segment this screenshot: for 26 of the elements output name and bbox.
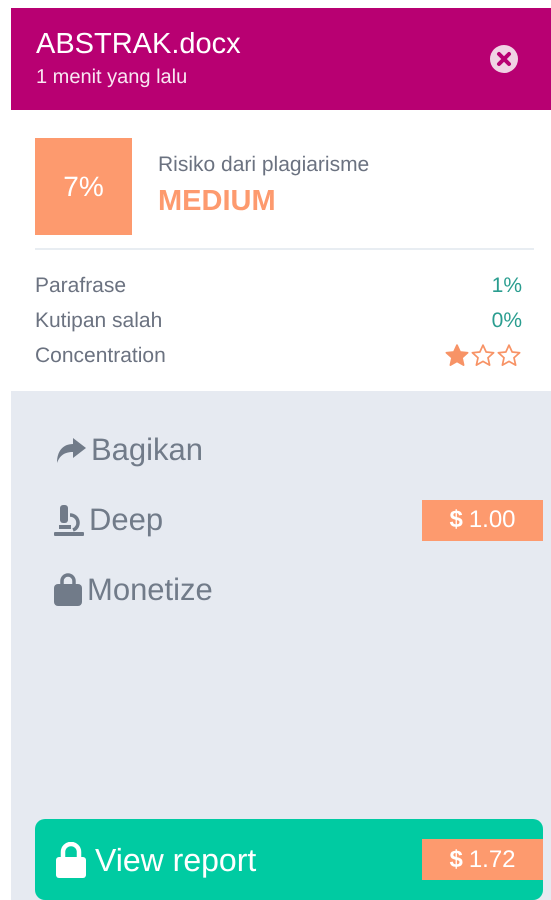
microscope-icon [53, 503, 85, 537]
action-link[interactable]: Monetize [53, 566, 213, 614]
lock-icon [55, 842, 87, 878]
shopping-bag-icon [53, 573, 83, 607]
score-badge: 7% [35, 138, 132, 235]
view-report-button[interactable]: View report $ 1.72 [35, 819, 543, 900]
view-report-label: View report [95, 840, 256, 880]
metric-label: Kutipan salah [35, 308, 162, 334]
currency-sign: $ [449, 844, 463, 874]
action-link[interactable]: Deep [53, 496, 164, 544]
price-amount: 1.00 [468, 505, 516, 535]
metric-value: 1% [492, 272, 522, 299]
risk-label: Risiko dari plagiarisme [158, 152, 370, 178]
metric-label: Concentration [35, 342, 166, 369]
price-amount: 1.72 [468, 844, 516, 874]
filled-star-icon [444, 342, 470, 368]
action-link[interactable]: Bagikan [53, 426, 204, 474]
metric-label: Parafrase [35, 272, 126, 299]
risk-level: MEDIUM [158, 184, 277, 219]
metric-value: 0% [492, 308, 522, 334]
currency-sign: $ [449, 505, 463, 535]
file-title: ABSTRAK.docx [36, 27, 241, 62]
time-ago: 1 menit yang lalu [36, 65, 188, 90]
empty-star-icon [496, 342, 522, 368]
empty-star-icon [470, 342, 496, 368]
close-icon[interactable] [489, 44, 519, 74]
